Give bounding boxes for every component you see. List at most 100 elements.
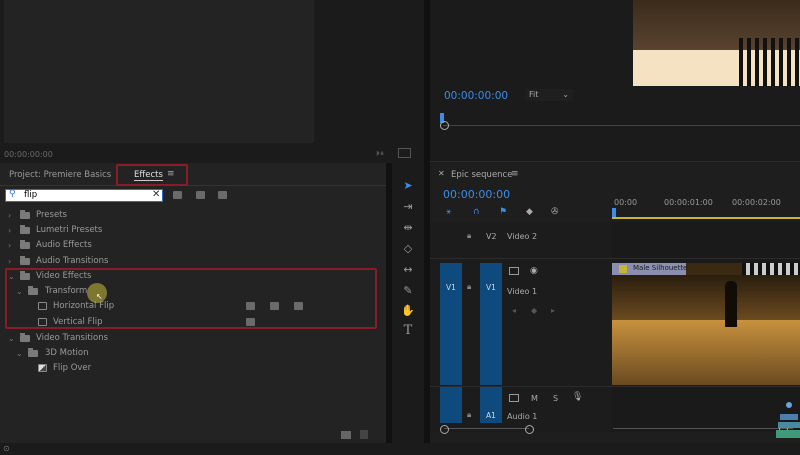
tree-item-audio-transitions[interactable]: › Audio Transitions <box>0 254 386 269</box>
32bit-filter-icon[interactable] <box>196 191 205 199</box>
mute-button[interactable]: M <box>531 394 538 403</box>
next-keyframe-icon[interactable]: ▸ <box>551 306 555 315</box>
close-icon[interactable]: ✕ <box>438 169 445 178</box>
audio-meter-icon <box>776 402 800 440</box>
razor-tool-icon[interactable]: ◇ <box>399 241 417 257</box>
sync-lock-icon[interactable] <box>509 267 519 275</box>
eye-icon[interactable]: ◉ <box>530 266 538 276</box>
tree-label: Presets <box>36 210 67 220</box>
folder-icon <box>28 348 38 357</box>
ruler-tick-label: 00:00:02:00 <box>732 198 781 207</box>
source-patch-a1[interactable] <box>440 387 462 423</box>
ruler-tick-label: 00:00:01:00 <box>664 198 713 207</box>
track-name-audio-1: Audio 1 <box>507 412 538 421</box>
source-patch-label: V1 <box>446 283 456 292</box>
folder-icon <box>20 333 30 342</box>
lock-icon[interactable]: 🔒︎ <box>467 231 471 241</box>
track-name-video-2: Video 2 <box>507 232 538 241</box>
trash-icon[interactable] <box>360 430 368 439</box>
solo-button[interactable]: S <box>553 394 558 403</box>
tree-label: Audio Effects <box>36 240 92 250</box>
track-target-a1[interactable]: A1 <box>480 387 502 423</box>
program-scrub-bar[interactable] <box>440 113 800 131</box>
transition-icon <box>38 364 47 372</box>
fit-select[interactable]: Fit ⌄ <box>525 89 573 101</box>
lock-icon[interactable]: 🔒︎ <box>467 410 471 420</box>
chevron-right-icon[interactable]: › <box>8 223 11 238</box>
work-area-bar[interactable] <box>612 217 800 219</box>
clear-search-icon[interactable]: ✕ <box>152 189 160 200</box>
tree-label: Video Transitions <box>36 333 109 343</box>
video-effects-highlight <box>5 268 377 329</box>
slip-tool-icon[interactable]: ↔ <box>399 262 417 278</box>
track-select-tool-icon[interactable]: ⇥ <box>399 199 417 215</box>
sequence-timecode[interactable]: 00:00:00:00 <box>443 188 510 201</box>
scroll-handle-right[interactable] <box>525 425 534 434</box>
fx-badge-icon <box>619 265 627 273</box>
track-label-v2[interactable]: V2 <box>486 232 497 241</box>
scroll-handle-left[interactable] <box>440 425 449 434</box>
search-input[interactable]: flip <box>24 190 37 200</box>
track-target-label: V1 <box>486 283 496 292</box>
folder-icon <box>20 240 30 249</box>
clip-name: Male Silhouette <box>633 264 688 272</box>
prev-keyframe-icon[interactable]: ◂ <box>512 306 516 315</box>
tree-item-flip-over[interactable]: Flip Over <box>0 361 386 376</box>
tab-sequence[interactable]: Epic sequence <box>451 170 512 180</box>
panel-menu-icon[interactable]: ≡ <box>511 169 519 179</box>
sync-lock-icon[interactable] <box>509 394 519 402</box>
track-target-v1[interactable]: V1 <box>480 263 502 385</box>
tree-item-presets[interactable]: › Presets <box>0 208 386 223</box>
timeline-scrollbar[interactable] <box>444 428 529 429</box>
source-video-area <box>4 0 314 143</box>
chevron-right-icon[interactable]: › <box>8 254 11 269</box>
effects-tab-highlight <box>116 164 188 186</box>
source-timecode[interactable]: 00:00:00:00 <box>4 150 53 159</box>
tree-label: 3D Motion <box>45 348 89 358</box>
track-name-video-1: Video 1 <box>507 287 538 296</box>
chevron-down-icon[interactable]: ⌄ <box>16 346 23 361</box>
wrench-icon[interactable]: ✇ <box>551 207 559 217</box>
video-clip[interactable] <box>612 263 800 385</box>
tree-item-lumetri-presets[interactable]: › Lumetri Presets <box>0 223 386 238</box>
lock-icon[interactable]: 🔒︎ <box>467 282 471 292</box>
timeline-h-scrollbar[interactable] <box>613 428 793 429</box>
linked-selection-icon[interactable]: ⚑ <box>499 207 507 217</box>
marker-icon[interactable]: ◆ <box>526 207 533 217</box>
tree-item-video-transitions[interactable]: ⌄ Video Transitions <box>0 331 386 346</box>
tree-label: Lumetri Presets <box>36 225 103 235</box>
track-target-label: A1 <box>486 411 496 420</box>
selection-tool-icon[interactable]: ➤ <box>399 178 417 194</box>
chevron-right-icon[interactable]: › <box>8 238 11 253</box>
nest-icon[interactable]: ⚹ <box>446 207 451 217</box>
tree-item-audio-effects[interactable]: › Audio Effects <box>0 238 386 253</box>
ripple-edit-tool-icon[interactable]: ⇹ <box>399 220 417 236</box>
microphone-icon[interactable]: 🎙︎ <box>572 392 583 402</box>
tree-label: Audio Transitions <box>36 256 109 266</box>
scroll-handle[interactable] <box>440 121 449 130</box>
snap-icon[interactable]: ∩ <box>473 207 480 217</box>
pointer-icon: ↖ <box>96 292 103 301</box>
type-tool-icon[interactable]: T <box>399 323 417 339</box>
folder-icon <box>20 210 30 219</box>
program-video-frame <box>633 0 800 86</box>
settings-icon[interactable] <box>398 148 411 158</box>
chevron-right-icon[interactable]: › <box>8 208 11 223</box>
accelerated-filter-icon[interactable] <box>173 191 182 199</box>
tree-item-3d-motion[interactable]: ⌄ 3D Motion <box>0 346 386 361</box>
chevron-down-icon: ⌄ <box>562 90 569 99</box>
yuv-filter-icon[interactable] <box>218 191 227 199</box>
new-bin-icon[interactable] <box>341 431 351 439</box>
hand-tool-icon[interactable]: ✋ <box>399 303 417 319</box>
pen-tool-icon[interactable]: ✎ <box>399 283 417 299</box>
tab-project[interactable]: Project: Premiere Basics <box>9 170 111 180</box>
add-keyframe-icon[interactable]: ◆ <box>531 306 537 315</box>
search-icon: ⚲ <box>9 189 16 199</box>
status-icon: ⊙ <box>3 444 10 453</box>
folder-icon <box>20 256 30 265</box>
ruler-tick-label: 00:00 <box>614 198 638 207</box>
export-frame-icon[interactable]: ⏵⏸ <box>376 149 384 159</box>
source-patch-v1[interactable]: V1 <box>440 263 462 385</box>
chevron-down-icon[interactable]: ⌄ <box>8 331 15 346</box>
program-timecode[interactable]: 00:00:00:00 <box>444 90 508 102</box>
